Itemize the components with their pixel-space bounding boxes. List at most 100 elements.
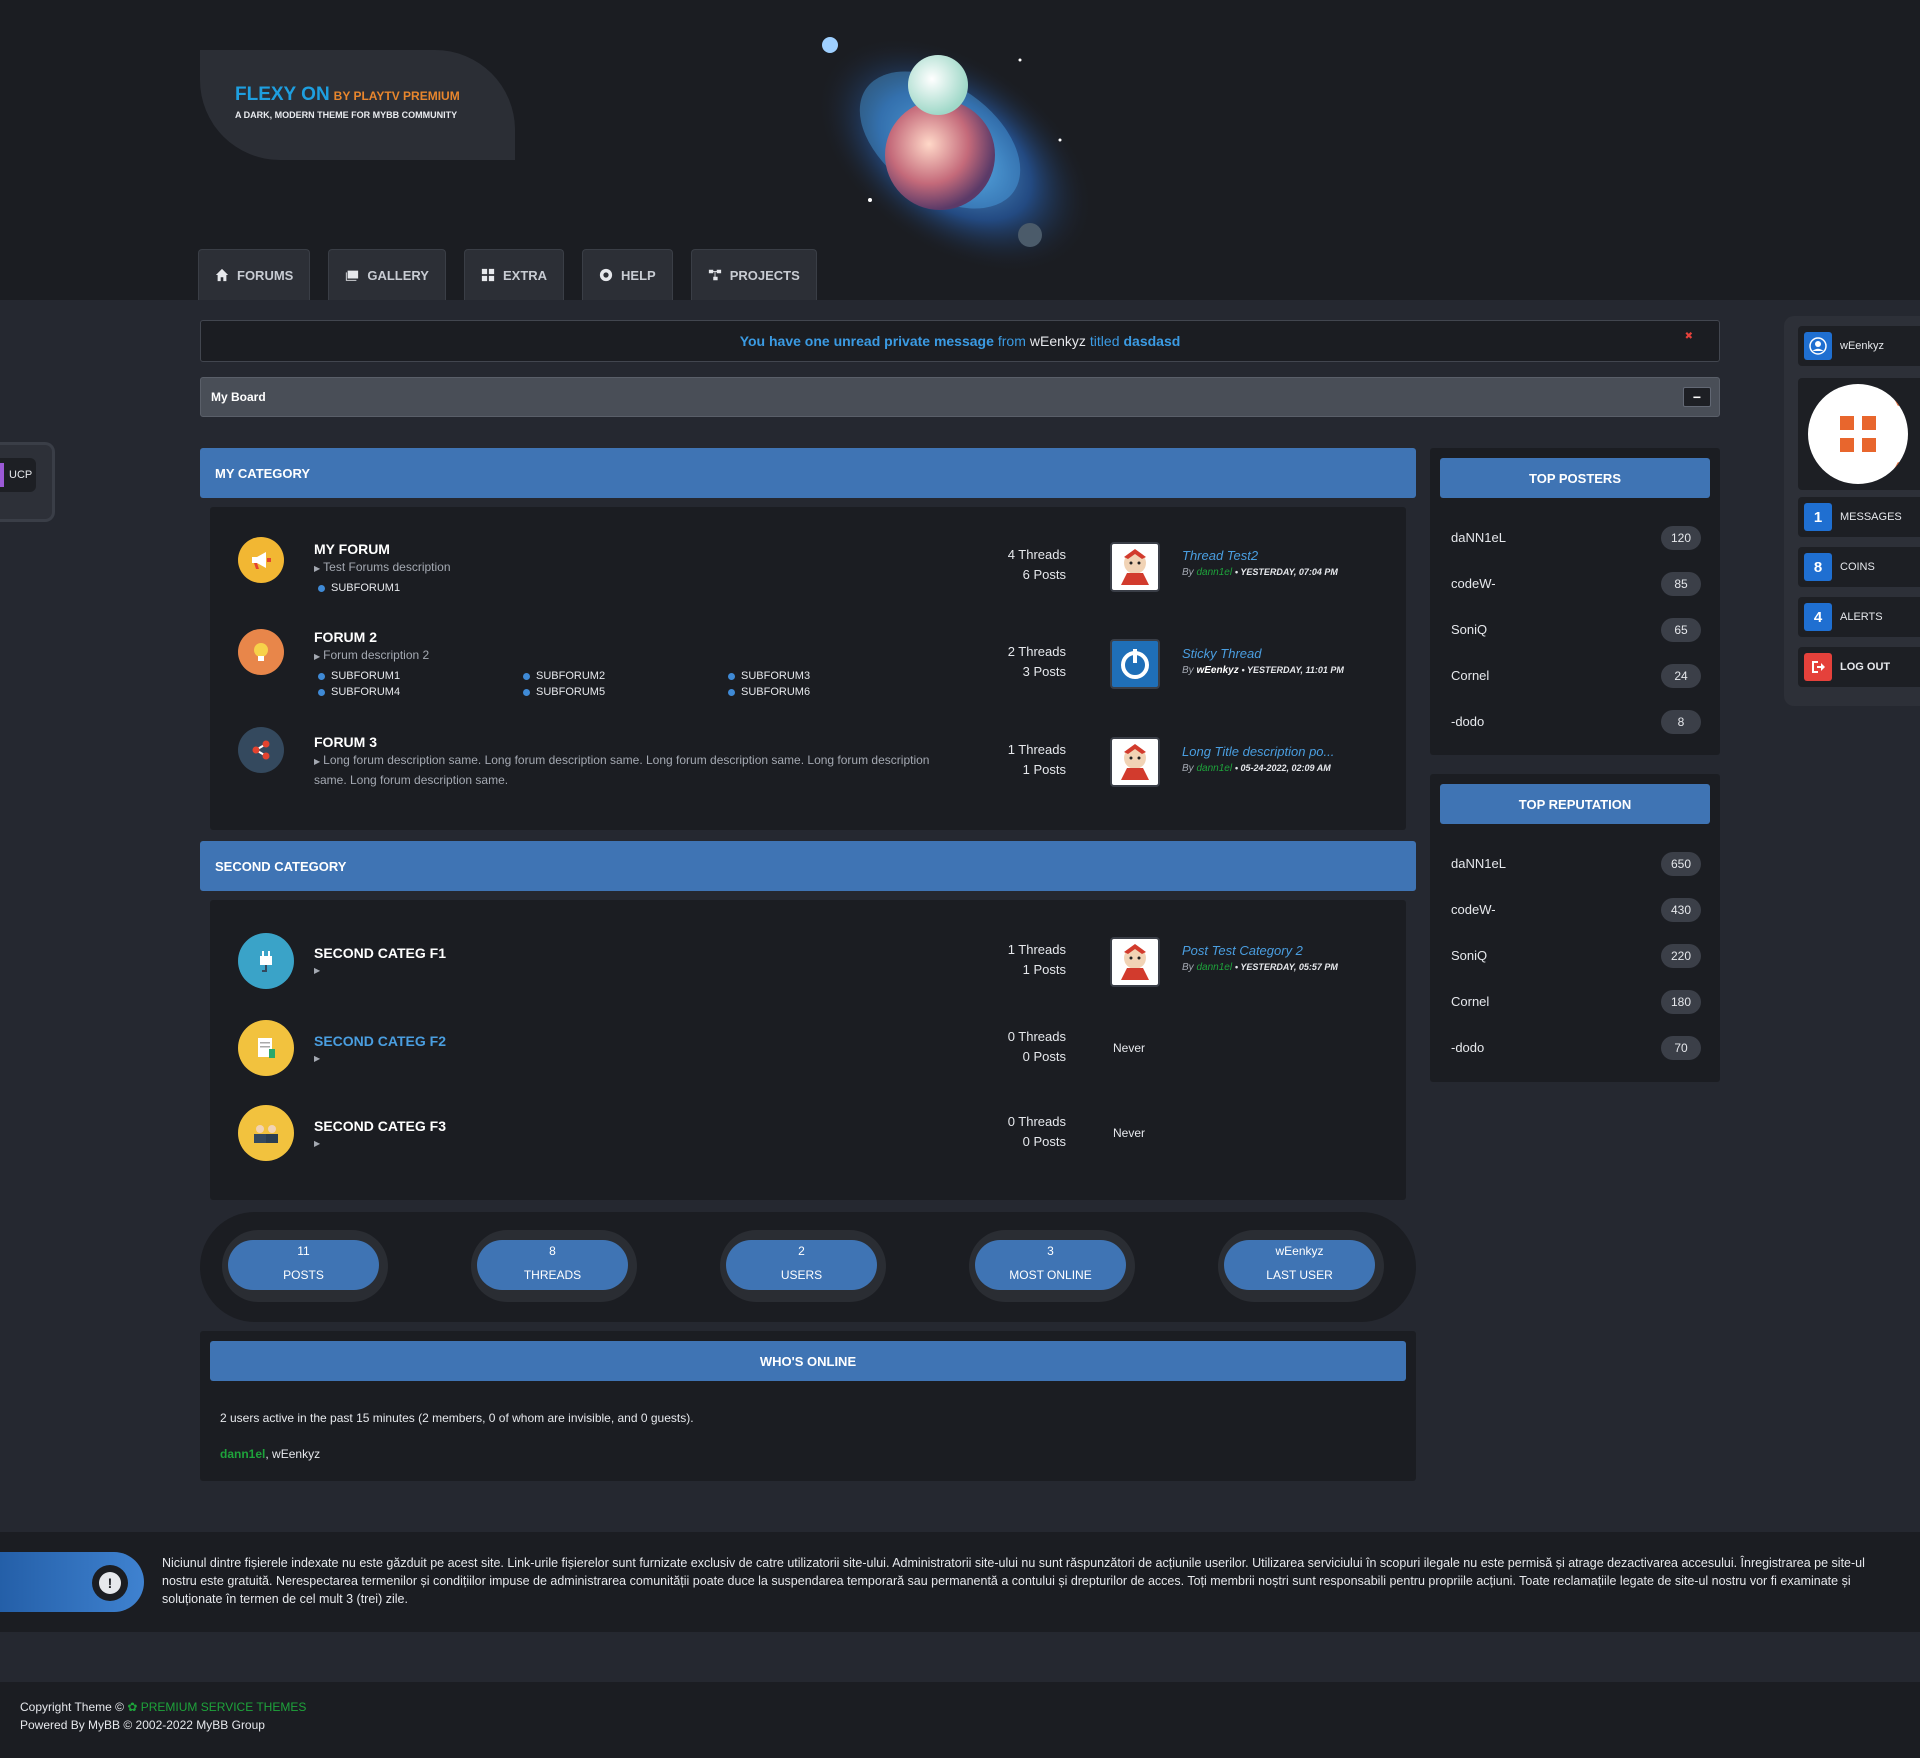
- last-post-title-link[interactable]: Thread Test2: [1182, 548, 1258, 563]
- alerts-label: ALERTS: [1840, 611, 1883, 623]
- forum-title-link[interactable]: MY FORUM: [314, 541, 390, 557]
- last-post-title-link[interactable]: Long Title description po...: [1182, 744, 1334, 759]
- stat-last-user[interactable]: wEenkyz LAST USER: [1224, 1240, 1375, 1290]
- by-label: By: [1182, 567, 1194, 578]
- last-poster-avatar[interactable]: [1110, 737, 1160, 787]
- logo-by: BY PLAYTV PREMIUM: [333, 89, 460, 103]
- forum-title-link[interactable]: FORUM 2: [314, 629, 377, 645]
- top-reputation-count: 220: [1661, 944, 1701, 968]
- alerts-button[interactable]: 4 ALERTS: [1798, 597, 1920, 637]
- subforum-link[interactable]: SUBFORUM5: [523, 686, 605, 698]
- forum-description: ▶ Test Forums description: [314, 560, 451, 574]
- stat-threads[interactable]: 8 THREADS: [477, 1240, 628, 1290]
- subforum-link[interactable]: SUBFORUM1: [318, 670, 400, 682]
- forum-title-link[interactable]: SECOND CATEG F2: [314, 1033, 446, 1049]
- top-reputation-name[interactable]: codeW-: [1451, 902, 1496, 917]
- subforum-link[interactable]: SUBFORUM1: [318, 582, 400, 594]
- top-reputation-name[interactable]: -dodo: [1451, 1040, 1484, 1055]
- top-reputation-name[interactable]: Cornel: [1451, 994, 1489, 1009]
- top-poster-name[interactable]: Cornel: [1451, 668, 1489, 683]
- top-poster-name[interactable]: SoniQ: [1451, 622, 1487, 637]
- user-profile-button[interactable]: wEenkyz: [1798, 326, 1920, 366]
- subforum-link[interactable]: SUBFORUM2: [523, 670, 605, 682]
- images-icon: [346, 270, 359, 281]
- category-header[interactable]: MY CATEGORY: [200, 448, 1416, 498]
- nav-projects[interactable]: PROJECTS: [690, 249, 817, 300]
- by-label: By: [1182, 665, 1194, 676]
- users-icon: [238, 1105, 294, 1161]
- stat-posts[interactable]: 11 POSTS: [228, 1240, 379, 1290]
- nav-gallery[interactable]: GALLERY: [328, 249, 446, 300]
- last-poster-avatar[interactable]: [1110, 542, 1160, 592]
- last-poster-link[interactable]: dann1el: [1196, 567, 1232, 578]
- stat-most-online[interactable]: 3 MOST ONLINE: [975, 1240, 1126, 1290]
- forum-stats: 1 Threads 1 Posts: [1008, 940, 1066, 980]
- logo[interactable]: FLEXY ON BY PLAYTV PREMIUM: [235, 84, 460, 106]
- coins-count-badge: 8: [1804, 553, 1832, 581]
- online-user-link[interactable]: wEenkyz: [272, 1447, 320, 1461]
- top-reputation-name[interactable]: daNN1eL: [1451, 856, 1506, 871]
- thread-count: 1 Threads: [1007, 942, 1066, 957]
- nav-help-label: HELP: [621, 267, 656, 283]
- disclaimer-bar: ! Niciunul dintre fișierele indexate nu …: [0, 1532, 1920, 1632]
- user-avatar-frame: [1798, 378, 1920, 490]
- pm-notice-link[interactable]: You have one unread private message: [740, 333, 994, 349]
- last-poster-avatar[interactable]: [1110, 639, 1160, 689]
- forum-description: ▶ Forum description 2: [314, 648, 430, 662]
- messages-button[interactable]: 1 MESSAGES: [1798, 497, 1920, 537]
- last-post-title-link[interactable]: Sticky Thread: [1182, 646, 1261, 661]
- stat-label: POSTS: [283, 1268, 324, 1282]
- last-poster-link[interactable]: dann1el: [1196, 763, 1232, 774]
- forum-stats: 0 Threads 0 Posts: [1008, 1112, 1066, 1152]
- nav-extra[interactable]: EXTRA: [463, 249, 565, 300]
- stat-pill-frame: 2 USERS: [720, 1230, 886, 1302]
- pm-dismiss-icon[interactable]: ✖: [1685, 331, 1693, 342]
- ucp-accent-bar: [0, 463, 4, 487]
- collapse-button[interactable]: −: [1683, 387, 1711, 407]
- board-stats-bar: 11 POSTS 8 THREADS 2 USERS 3 MOST ONLINE…: [200, 1212, 1416, 1322]
- post-count: 1 Posts: [1022, 762, 1066, 777]
- last-post-title-link[interactable]: Post Test Category 2: [1182, 943, 1303, 958]
- logout-button[interactable]: LOG OUT: [1798, 647, 1920, 687]
- top-poster-name[interactable]: codeW-: [1451, 576, 1496, 591]
- ucp-button[interactable]: UCP: [0, 458, 36, 492]
- site-header: FLEXY ON BY PLAYTV PREMIUM A DARK, MODERN…: [0, 0, 1920, 300]
- last-post-time: • 05-24-2022, 02:09 AM: [1234, 763, 1331, 773]
- subforum-link[interactable]: SUBFORUM4: [318, 686, 400, 698]
- nav-help[interactable]: HELP: [582, 249, 673, 300]
- breadcrumb-board-link[interactable]: My Board: [211, 390, 266, 404]
- pm-subject-link[interactable]: dasdasd: [1123, 333, 1180, 349]
- forum-title-link[interactable]: SECOND CATEG F1: [314, 945, 446, 961]
- top-posters-box: TOP POSTERS daNN1eL 120 codeW- 85 SoniQ …: [1430, 448, 1720, 755]
- subforum-link[interactable]: SUBFORUM3: [728, 670, 810, 682]
- top-poster-row: -dodo 8: [1451, 708, 1701, 736]
- whos-online-summary: 2 users active in the past 15 minutes (2…: [220, 1411, 694, 1425]
- last-poster-link[interactable]: wEenkyz: [1196, 665, 1238, 676]
- pm-titled-word: titled: [1089, 333, 1120, 349]
- category-header[interactable]: SECOND CATEGORY: [200, 841, 1416, 891]
- top-reputation-row: -dodo 70: [1451, 1034, 1701, 1062]
- whos-online-box: WHO'S ONLINE 2 users active in the past …: [200, 1331, 1416, 1481]
- stat-users[interactable]: 2 USERS: [726, 1240, 877, 1290]
- last-post-time: • YESTERDAY, 11:01 PM: [1241, 665, 1344, 675]
- pm-sender-link[interactable]: wEenkyz: [1030, 333, 1086, 349]
- top-poster-name[interactable]: -dodo: [1451, 714, 1484, 729]
- avatar[interactable]: [1808, 384, 1908, 484]
- last-poster-avatar[interactable]: [1110, 937, 1160, 987]
- nav-forums[interactable]: FORUMS: [198, 249, 311, 300]
- forum-title-link[interactable]: FORUM 3: [314, 734, 377, 750]
- top-reputation-name[interactable]: SoniQ: [1451, 948, 1487, 963]
- post-count: 1 Posts: [1022, 962, 1066, 977]
- subforum-link[interactable]: SUBFORUM6: [728, 686, 810, 698]
- post-count: 6 Posts: [1022, 567, 1066, 582]
- theme-author-link[interactable]: PREMIUM SERVICE THEMES: [141, 1700, 307, 1714]
- forum-title-link[interactable]: SECOND CATEG F3: [314, 1118, 446, 1134]
- forum-description-text: Forum description 2: [323, 648, 430, 662]
- coins-button[interactable]: 8 COINS: [1798, 547, 1920, 587]
- last-poster-link[interactable]: dann1el: [1196, 962, 1232, 973]
- logo-title: FLEXY ON: [235, 84, 330, 105]
- online-user-link[interactable]: dann1el: [220, 1447, 265, 1461]
- top-poster-name[interactable]: daNN1eL: [1451, 530, 1506, 545]
- whos-online-header[interactable]: WHO'S ONLINE: [210, 1341, 1406, 1381]
- last-post-time: • YESTERDAY, 07:04 PM: [1234, 567, 1338, 577]
